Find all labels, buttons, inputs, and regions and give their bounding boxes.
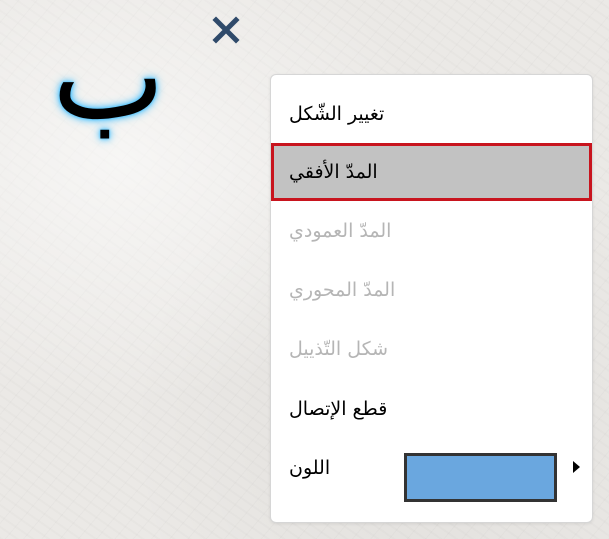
triangle-right-icon[interactable] xyxy=(573,461,580,473)
arabic-letter-glyph[interactable]: ب xyxy=(52,8,165,148)
menu-item-disconnect[interactable]: قطع الإتصال xyxy=(271,380,592,438)
menu-item-tail-shape: شكل التّذييل xyxy=(271,320,592,378)
menu-item-vertical-stretch: المدّ العمودي xyxy=(271,202,592,260)
menu-item-axial-stretch: المدّ المحوري xyxy=(271,261,592,319)
menu-item-change-shape[interactable]: تغيير الشّكل xyxy=(271,85,592,143)
menu-item-label: المدّ الأفقي xyxy=(289,161,378,183)
color-swatch[interactable] xyxy=(404,453,557,502)
menu-item-label: تغيير الشّكل xyxy=(289,103,385,125)
close-x-icon[interactable] xyxy=(212,16,240,44)
menu-item-label: شكل التّذييل xyxy=(289,338,389,360)
glyph-canvas[interactable]: ب xyxy=(52,8,202,148)
menu-item-horizontal-stretch[interactable]: المدّ الأفقي xyxy=(271,143,592,201)
menu-item-label: المدّ المحوري xyxy=(289,279,396,301)
menu-item-label: المدّ العمودي xyxy=(289,220,392,242)
menu-item-label: اللون xyxy=(289,457,331,479)
context-menu: تغيير الشّكل المدّ الأفقي المدّ العمودي … xyxy=(270,74,593,523)
menu-item-label: قطع الإتصال xyxy=(289,398,388,420)
